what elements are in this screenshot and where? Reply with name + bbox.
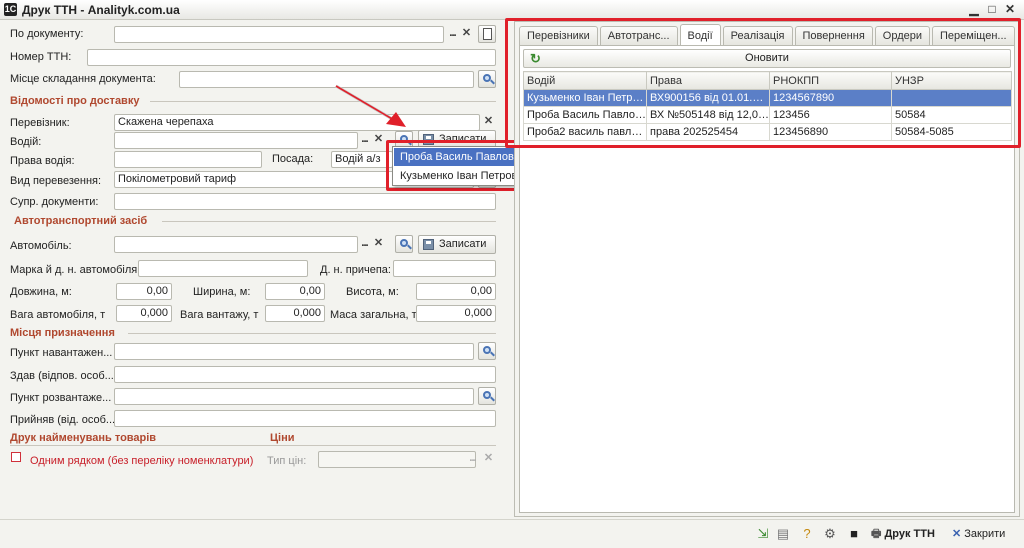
divider [162, 221, 496, 222]
search-icon[interactable] [478, 342, 496, 360]
clear-x-icon[interactable]: ✕ [482, 114, 495, 131]
typ-cin-field[interactable] [318, 451, 476, 468]
pryynyav-field[interactable] [114, 410, 496, 427]
print-preview-icon[interactable]: ▤ [775, 526, 791, 542]
one-row-label: Одним рядком (без переліку номенклатури) [30, 455, 254, 467]
label-po-dokumentu: По документу: [10, 28, 84, 40]
maximize-icon[interactable]: □ [984, 2, 1000, 17]
select-dots-button[interactable]: ... [466, 451, 479, 468]
label-vyd: Вид перевезення: [10, 175, 102, 187]
one-row-checkbox[interactable] [11, 452, 21, 462]
printer-icon: 🖶 [871, 528, 885, 540]
close-button[interactable]: ✕ Закрити [952, 526, 1005, 543]
divider [150, 101, 496, 102]
vaga-vantazh-field[interactable]: 0,000 [265, 305, 325, 322]
label-posada: Посада: [272, 153, 314, 165]
clear-x-icon[interactable]: ✕ [482, 451, 495, 468]
driver-dropdown[interactable]: Проба Василь Павлович Кузьменко Іван Пет… [392, 146, 530, 186]
gear-icon[interactable]: ⚙ [822, 526, 838, 542]
close-label: Закрити [964, 528, 1006, 540]
avtomobil-field[interactable] [114, 236, 358, 253]
label-prychepa: Д. н. причепа: [320, 264, 391, 276]
label-masa: Маса загальна, т: [330, 309, 420, 321]
zdav-field[interactable] [114, 366, 496, 383]
search-icon[interactable] [478, 70, 496, 88]
help-icon[interactable]: ? [799, 526, 815, 542]
label-avtomobil: Автомобіль: [10, 240, 72, 252]
prychepa-field[interactable] [393, 260, 496, 277]
masa-field[interactable]: 0,000 [416, 305, 496, 322]
label-dovzhyna: Довжина, м: [10, 286, 72, 298]
section-destinations: Місця призначення [10, 327, 115, 339]
punkt-rozv-field[interactable] [114, 388, 474, 405]
label-vysota: Висота, м: [346, 286, 399, 298]
prava-field[interactable] [114, 151, 262, 168]
annotation-arrow-icon [335, 84, 406, 127]
dropdown-item[interactable]: Проба Василь Павлович [394, 148, 528, 166]
search-icon[interactable] [395, 235, 413, 253]
save-button-label: Записати [439, 238, 487, 250]
close-x-icon: ✕ [952, 528, 965, 540]
label-nomer-ttn: Номер ТТН: [10, 51, 72, 63]
marka-field[interactable] [138, 260, 308, 277]
punkt-nav-field[interactable] [114, 343, 474, 360]
section-vehicle: Автотранспортний засіб [14, 215, 148, 227]
perevizhnyk-field[interactable]: Скажена черепаха [114, 114, 480, 131]
shyryna-field[interactable]: 0,00 [265, 283, 325, 300]
disk-icon [423, 239, 434, 250]
label-typ-cin: Тип цін: [267, 455, 307, 467]
po-dokumentu-field[interactable] [114, 26, 444, 43]
document-picker-icon[interactable] [478, 25, 496, 43]
nomer-ttn-field[interactable] [87, 49, 496, 66]
section-goods: Друк найменувань товарів [10, 432, 157, 444]
save-button[interactable]: Записати [418, 235, 496, 254]
title-bar: 1С Друк ТТН - Analityk.com.ua ▁ □ ✕ [0, 0, 1024, 20]
supr-field[interactable] [114, 193, 496, 210]
clear-x-icon[interactable]: ✕ [372, 236, 385, 253]
close-window-icon[interactable]: ✕ [1002, 2, 1018, 17]
label-pryynyav: Прийняв (від. особ... [10, 414, 116, 426]
label-marka: Марка й д. н. автомобіля: [10, 264, 141, 276]
app-logo-icon: 1С [4, 3, 17, 16]
minimize-icon[interactable]: ▁ [966, 2, 982, 17]
label-perevizhnyk: Перевізник: [10, 117, 70, 129]
highlight-frame [505, 18, 1021, 148]
label-zdav: Здав (відпов. особ... [10, 370, 114, 382]
dovzhyna-field[interactable]: 0,00 [116, 283, 172, 300]
posada-field[interactable]: Водій а/з [331, 151, 393, 168]
print-ttn-button[interactable]: 🖶 Друк ТТН [871, 526, 935, 543]
label-punkt-rozv: Пункт розвантаже... [10, 392, 112, 404]
search-icon[interactable] [478, 387, 496, 405]
label-prava: Права водія: [10, 155, 75, 167]
label-misce: Місце складання документа: [10, 73, 156, 85]
dropdown-item[interactable]: Кузьменко Іван Петрович [394, 167, 529, 185]
select-dots-button[interactable]: ... [358, 236, 371, 253]
export-icon[interactable]: ⇲ [755, 526, 771, 542]
clear-x-icon[interactable]: ✕ [372, 132, 385, 149]
label-shyryna: Ширина, м: [193, 286, 251, 298]
select-dots-button[interactable]: ... [446, 26, 459, 43]
label-vaga-vantazh: Вага вантажу, т [180, 309, 259, 321]
window-title: Друк ТТН - Analityk.com.ua [22, 2, 180, 17]
divider [128, 333, 496, 334]
section-prices: Ціни [270, 432, 295, 444]
vaga-avto-field[interactable]: 0,000 [116, 305, 172, 322]
misce-field[interactable] [179, 71, 474, 88]
label-vodiy: Водій: [10, 136, 42, 148]
select-dots-button[interactable]: ... [358, 132, 371, 149]
print-ttn-label: Друк ТТН [884, 528, 935, 540]
status-bar: ⇲ ▤ ? ⚙ ■ 🖶 Друк ТТН ✕ Закрити [0, 519, 1024, 548]
clear-x-icon[interactable]: ✕ [460, 26, 473, 43]
vodiy-field[interactable] [114, 132, 358, 149]
label-punkt-nav: Пункт навантажен... [10, 347, 113, 359]
vysota-field[interactable]: 0,00 [416, 283, 496, 300]
label-vaga-avto: Вага автомобіля, т [10, 309, 106, 321]
label-supr: Супр. документи: [10, 196, 99, 208]
section-delivery: Відомості про доставку [10, 95, 140, 107]
divider [10, 445, 496, 446]
app-icon[interactable]: ■ [846, 526, 862, 542]
